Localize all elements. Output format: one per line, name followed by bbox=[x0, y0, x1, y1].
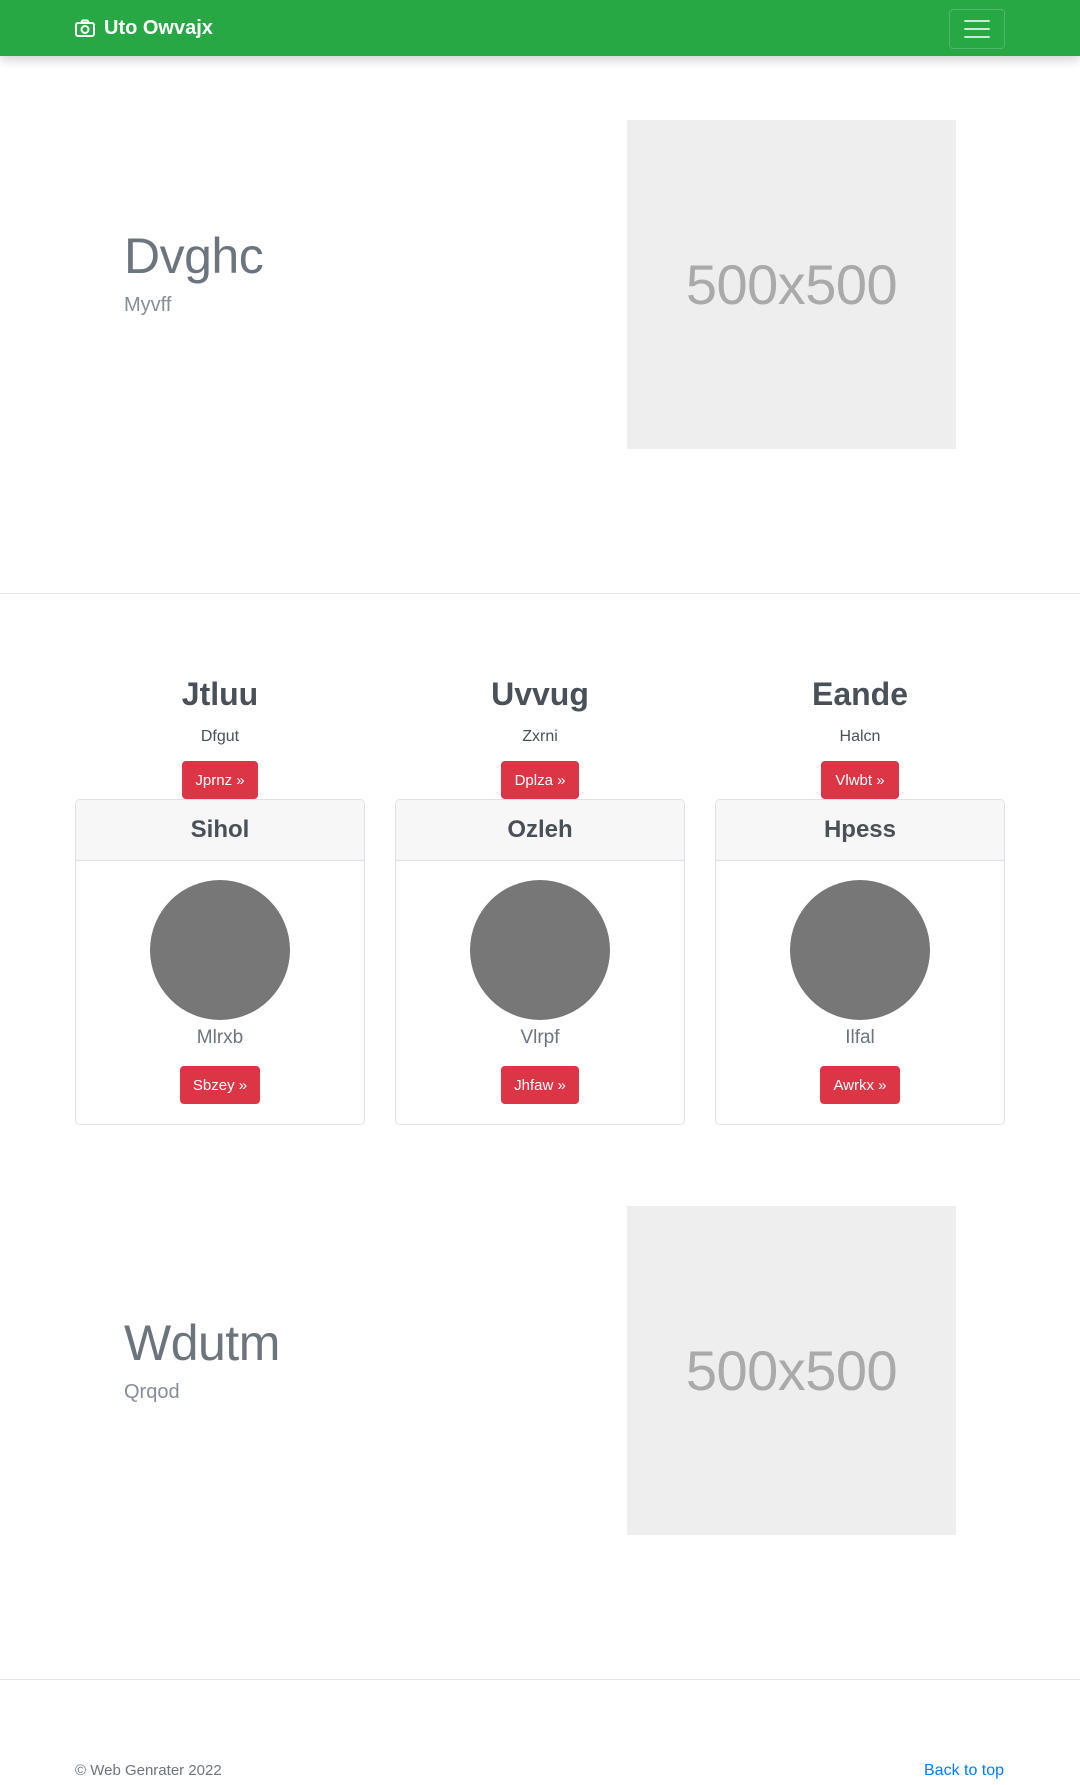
section-divider bbox=[0, 1679, 1080, 1680]
footer-copyright: © Web Genrater 2022 bbox=[75, 1762, 222, 1779]
column-heading-block: Uvvug Zxrni bbox=[395, 678, 685, 746]
hamburger-icon bbox=[964, 20, 990, 22]
hero-subtitle: Myvff bbox=[124, 294, 172, 316]
column-button[interactable]: Dplza » bbox=[501, 761, 579, 799]
column-title: Eande bbox=[811, 676, 909, 712]
section-divider bbox=[0, 593, 1080, 594]
card-header: Hpess bbox=[716, 800, 1004, 861]
hamburger-icon bbox=[964, 28, 990, 30]
hero-subtitle: Qrqod bbox=[124, 1381, 180, 1403]
camera-icon bbox=[75, 19, 95, 37]
avatar bbox=[150, 880, 290, 1020]
column-text: Dfgut bbox=[200, 728, 240, 745]
card-button[interactable]: Awrkx » bbox=[820, 1066, 900, 1104]
card-name: Mlrxb bbox=[196, 1027, 244, 1048]
profile-card: Ozleh Vlrpf Jhfaw » bbox=[395, 799, 685, 1125]
column-title: Uvvug bbox=[491, 676, 589, 712]
navbar-toggle-button[interactable] bbox=[949, 9, 1005, 49]
avatar bbox=[470, 880, 610, 1020]
profile-card: Hpess Ilfal Awrkx » bbox=[715, 799, 1005, 1125]
placeholder-image: 500x500 bbox=[627, 1206, 956, 1535]
column-text: Halcn bbox=[839, 728, 881, 745]
card-name: Ilfal bbox=[845, 1027, 875, 1048]
card-name: Vlrpf bbox=[520, 1027, 560, 1048]
column-text: Zxrni bbox=[522, 728, 558, 745]
column-heading-block: Jtluu Dfgut bbox=[75, 678, 365, 746]
column-button[interactable]: Jprnz » bbox=[182, 761, 258, 799]
column-title: Jtluu bbox=[181, 676, 259, 712]
card-header: Ozleh bbox=[396, 800, 684, 861]
back-to-top-link[interactable]: Back to top bbox=[924, 1762, 1004, 1780]
column-heading-block: Eande Halcn bbox=[715, 678, 1005, 746]
card-header: Sihol bbox=[76, 800, 364, 861]
card-button[interactable]: Jhfaw » bbox=[501, 1066, 579, 1104]
card-button[interactable]: Sbzey » bbox=[180, 1066, 260, 1104]
navbar: Uto Owvajx bbox=[0, 0, 1080, 56]
placeholder-image: 500x500 bbox=[627, 120, 956, 449]
profile-card: Sihol Mlrxb Sbzey » bbox=[75, 799, 365, 1125]
brand-name: Uto Owvajx bbox=[104, 16, 213, 39]
hero-title: Wdutm bbox=[124, 1315, 280, 1371]
navbar-brand[interactable]: Uto Owvajx bbox=[75, 0, 213, 56]
hero-title: Dvghc bbox=[124, 228, 264, 284]
column-button[interactable]: Vlwbt » bbox=[821, 761, 899, 799]
hamburger-icon bbox=[964, 36, 990, 38]
avatar bbox=[790, 880, 930, 1020]
